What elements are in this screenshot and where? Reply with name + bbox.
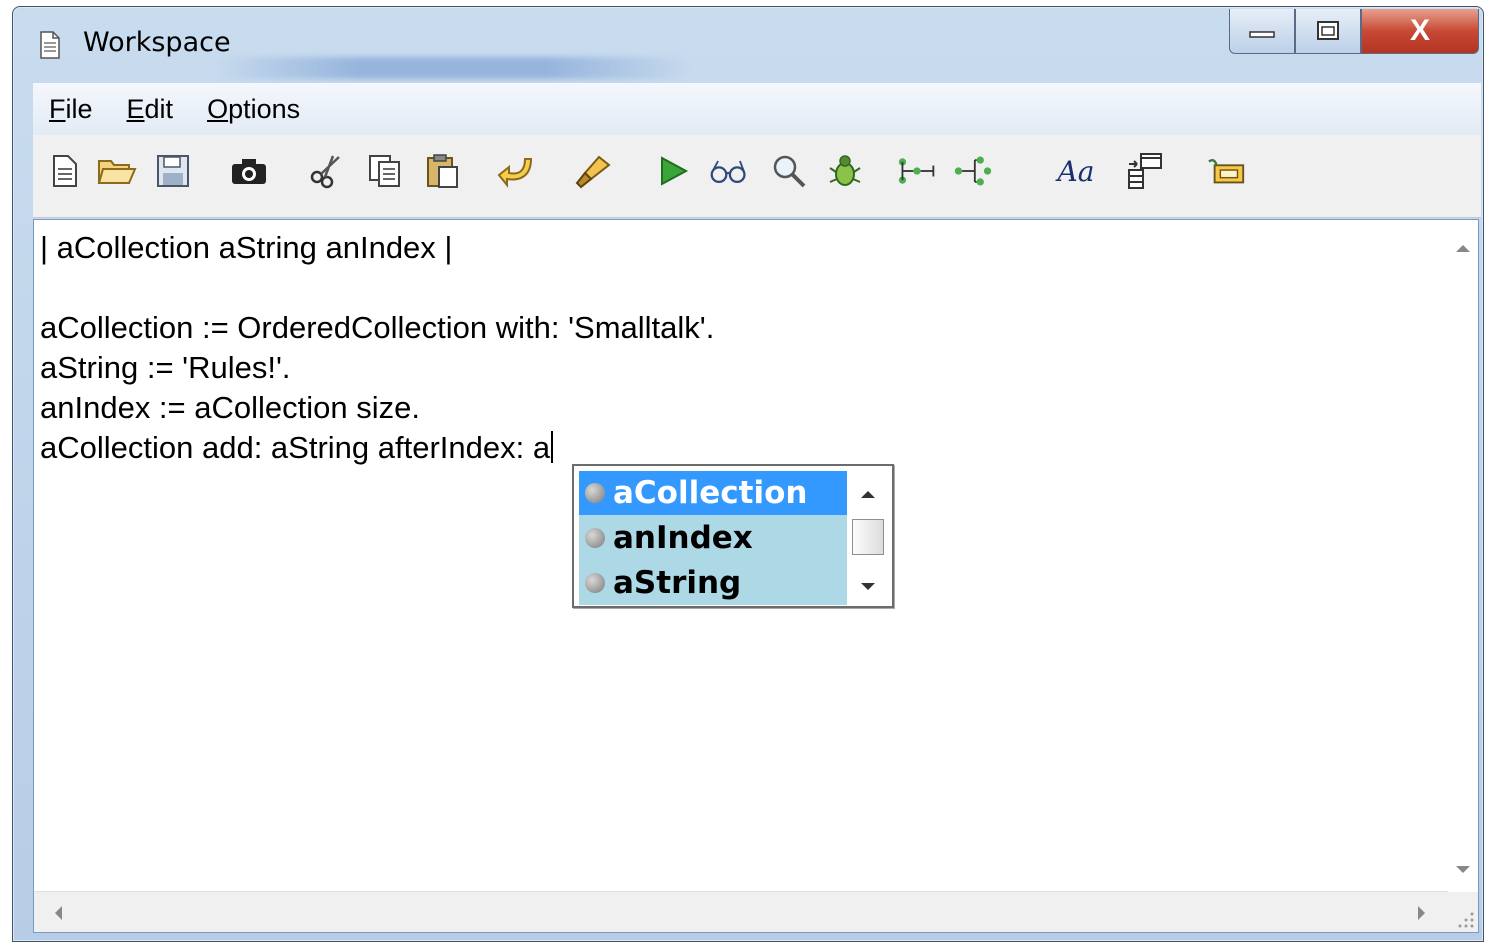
scroll-up-icon[interactable] — [1448, 234, 1478, 264]
format-icon — [1128, 153, 1162, 189]
window-title: Workspace — [83, 27, 231, 58]
toolbar: Aa — [33, 135, 1481, 218]
references-button[interactable] — [953, 151, 993, 191]
paste-button[interactable] — [423, 151, 463, 191]
open-button[interactable] — [97, 151, 137, 191]
scroll-right-icon[interactable] — [1406, 898, 1436, 928]
autocomplete-item-selected[interactable]: aCollection — [579, 471, 847, 515]
copy-icon — [369, 155, 400, 187]
run-icon — [661, 156, 689, 186]
browse-hierarchy-icon — [898, 158, 935, 184]
window-controls: X — [1229, 9, 1479, 55]
copy-button[interactable] — [365, 151, 405, 191]
undo-icon — [497, 158, 533, 188]
resize-grip[interactable] — [1448, 892, 1478, 932]
menu-file[interactable]: File — [49, 94, 93, 125]
inspect-glasses-icon — [710, 160, 746, 184]
autocomplete-item[interactable]: anIndex — [579, 516, 847, 560]
code-line: ​ — [40, 268, 714, 308]
maximize-icon — [1317, 21, 1339, 40]
save-button[interactable] — [153, 151, 193, 191]
scroll-left-icon[interactable] — [44, 898, 74, 928]
autocomplete-popup: aCollection anIndex aString — [572, 464, 894, 608]
title-bar[interactable]: Workspace X — [13, 7, 1483, 79]
save-icon — [157, 155, 189, 187]
font-icon: Aa — [1057, 154, 1095, 188]
font-button[interactable]: Aa — [1051, 151, 1101, 191]
autocomplete-item[interactable]: aString — [579, 561, 847, 605]
menu-options[interactable]: Options — [207, 94, 300, 125]
hierarchy-button[interactable] — [897, 151, 937, 191]
code-line: anIndex := aCollection size. — [40, 390, 420, 425]
class-browser-button[interactable] — [1207, 151, 1247, 191]
snapshot-button[interactable] — [229, 151, 269, 191]
code-line: aCollection := OrderedCollection with: '… — [40, 310, 715, 345]
scroll-up-icon[interactable] — [848, 479, 888, 509]
maximize-button[interactable] — [1295, 9, 1361, 54]
variable-icon — [585, 528, 605, 548]
format-button[interactable] — [1125, 151, 1165, 191]
brush-button[interactable] — [573, 151, 613, 191]
class-browser-icon — [1208, 159, 1245, 184]
horizontal-scrollbar[interactable] — [34, 891, 1448, 932]
open-folder-icon — [97, 160, 137, 184]
minimize-button[interactable] — [1229, 9, 1295, 54]
scroll-down-icon[interactable] — [1448, 854, 1478, 884]
inspect-button[interactable] — [709, 151, 749, 191]
debug-bug-icon — [829, 155, 861, 186]
scroll-down-icon[interactable] — [848, 571, 888, 601]
close-button[interactable]: X — [1361, 9, 1479, 54]
new-file-button[interactable] — [45, 151, 85, 191]
cut-icon — [310, 155, 340, 189]
autocomplete-list: aCollection anIndex aString — [579, 471, 847, 605]
undo-button[interactable] — [497, 151, 537, 191]
text-caret — [551, 431, 554, 463]
find-icon — [773, 155, 806, 188]
resize-grip-icon — [1458, 912, 1474, 928]
close-icon: X — [1409, 14, 1430, 47]
menu-bar: File Edit Options — [33, 83, 1481, 136]
debug-button[interactable] — [825, 151, 865, 191]
camera-icon — [232, 159, 266, 184]
variable-icon — [585, 573, 605, 593]
variable-icon — [585, 483, 605, 503]
scrollbar-thumb[interactable] — [852, 519, 884, 555]
paste-icon — [427, 154, 458, 188]
new-file-icon — [53, 155, 77, 187]
find-button[interactable] — [769, 151, 809, 191]
autocomplete-scrollbar[interactable] — [848, 471, 888, 605]
code-text[interactable]: | aCollection aString anIndex |​aCollect… — [40, 228, 714, 468]
run-button[interactable] — [653, 151, 693, 191]
title-blur — [213, 57, 693, 79]
vertical-scrollbar[interactable] — [1448, 220, 1478, 892]
code-line: aString := 'Rules!'. — [40, 350, 291, 385]
browse-references-icon — [954, 156, 992, 186]
cut-button[interactable] — [307, 151, 347, 191]
minimize-icon — [1249, 31, 1275, 38]
code-line-current: aCollection add: aString afterIndex: a — [40, 428, 714, 468]
brush-icon — [575, 155, 611, 189]
code-line: | aCollection aString anIndex | — [40, 230, 453, 265]
menu-edit[interactable]: Edit — [127, 94, 174, 125]
document-icon — [40, 31, 60, 59]
